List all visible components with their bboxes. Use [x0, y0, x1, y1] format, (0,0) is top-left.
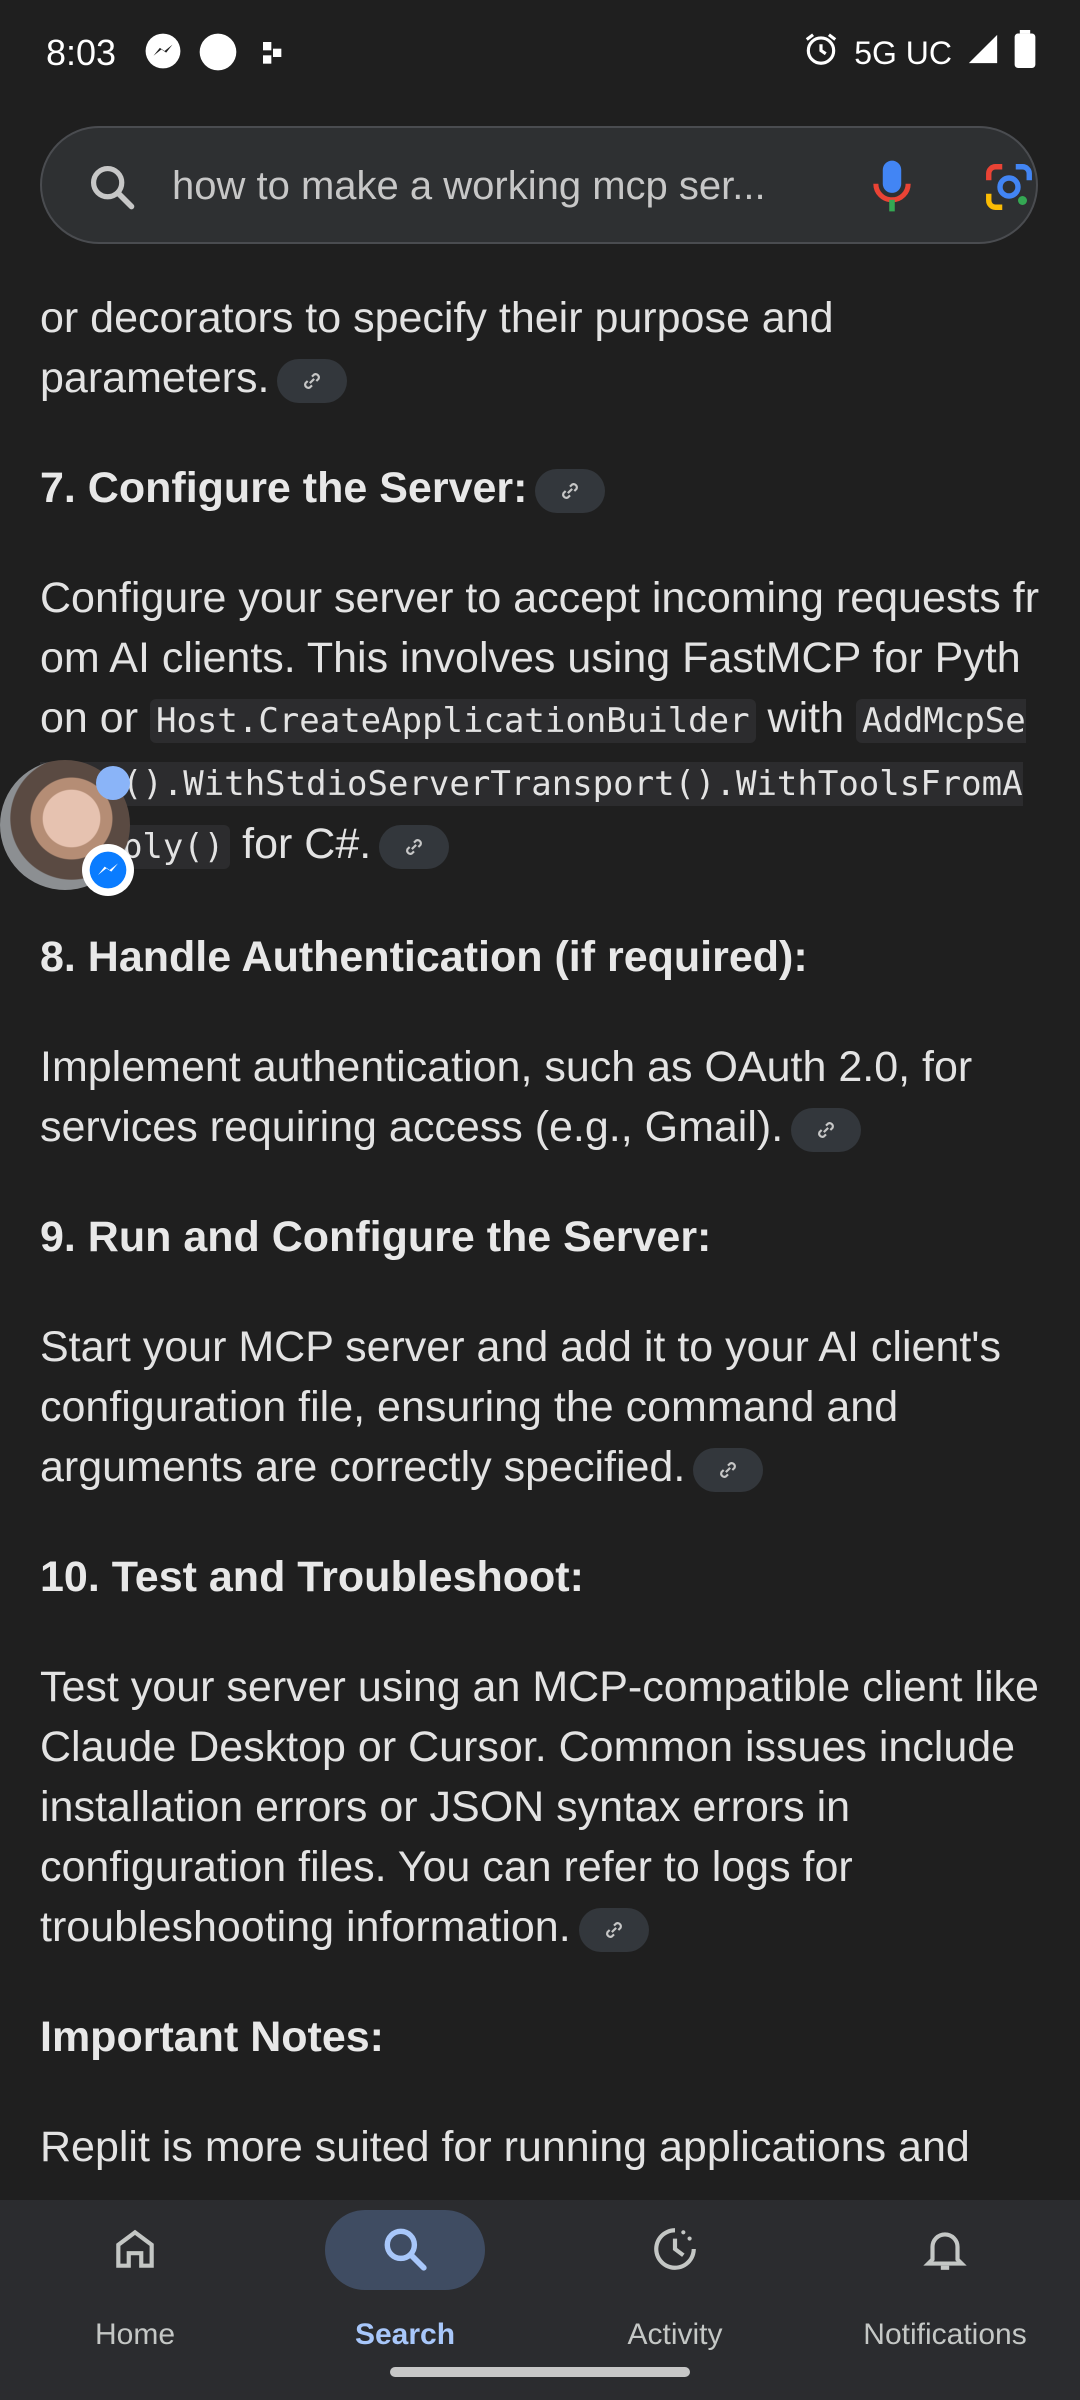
- activity-icon: [650, 2224, 700, 2279]
- step10-heading: 10. Test and Troubleshoot:: [40, 1553, 584, 1601]
- signal-icon: [966, 32, 1000, 74]
- network-label: 5G UC: [854, 34, 952, 71]
- search-bar[interactable]: how to make a working mcp ser...: [40, 126, 1038, 244]
- nav-notifications[interactable]: Notifications: [810, 2200, 1080, 2400]
- link-icon: [562, 482, 579, 499]
- step7-text: Configure your server to accept incoming…: [40, 568, 1040, 877]
- search-icon: [380, 2224, 430, 2279]
- nav-activity-label: Activity: [627, 2318, 723, 2351]
- nav-search-label: Search: [354, 2318, 456, 2351]
- circle-notification-icon: [198, 32, 238, 72]
- google-lens-icon[interactable]: [982, 160, 1036, 219]
- step8-heading: 8. Handle Authentication (if required):: [40, 933, 808, 981]
- source-link-chip[interactable]: [277, 358, 348, 403]
- source-link-chip[interactable]: [535, 468, 606, 513]
- source-link-chip[interactable]: [791, 1107, 862, 1152]
- app-notification-icon: [258, 32, 288, 72]
- ai-overview-content: or decorators to specify their purpose a…: [40, 232, 1040, 2200]
- alarm-icon: [802, 30, 840, 76]
- step10-text: Test your server using an MCP-compatible…: [40, 1657, 1040, 1957]
- unread-dot: [96, 766, 130, 800]
- status-bar: 8:03 5G UC: [0, 0, 1080, 110]
- link-icon: [818, 1121, 835, 1138]
- code-create-application-builder: Host.CreateApplicationBuilder: [149, 699, 756, 743]
- link-icon: [605, 1921, 622, 1938]
- step10-text-body: Test your server using an MCP-compatible…: [40, 1663, 1039, 1951]
- messenger-chat-head[interactable]: [0, 760, 134, 896]
- paragraph-intro-tail: or decorators to specify their purpose a…: [40, 288, 1040, 408]
- home-icon: [110, 2224, 160, 2279]
- source-link-chip[interactable]: [693, 1447, 764, 1492]
- step7-heading-text: 7. Configure the Server:: [40, 464, 528, 512]
- mic-icon[interactable]: [864, 156, 920, 221]
- step7-heading: 7. Configure the Server:: [40, 458, 1040, 518]
- source-link-chip[interactable]: [578, 1907, 649, 1952]
- bell-icon: [920, 2224, 970, 2279]
- nav-home-label: Home: [94, 2318, 176, 2351]
- intro-tail-text: or decorators to specify their purpose a…: [40, 294, 834, 402]
- source-link-chip[interactable]: [379, 824, 450, 869]
- battery-icon: [1014, 30, 1036, 76]
- link-icon: [720, 1461, 737, 1478]
- messenger-icon: [144, 32, 182, 72]
- notes-heading: Important Notes:: [40, 2013, 384, 2061]
- messenger-badge-icon: [82, 844, 134, 896]
- nav-notifications-label: Notifications: [863, 2318, 1027, 2351]
- notes-text: Replit is more suited for running applic…: [40, 2123, 970, 2171]
- home-indicator[interactable]: [390, 2367, 690, 2377]
- nav-home[interactable]: Home: [0, 2200, 270, 2400]
- step7-text-2: with: [755, 694, 856, 742]
- search-query-input[interactable]: how to make a working mcp ser...: [172, 158, 832, 214]
- status-time: 8:03: [46, 32, 117, 73]
- step8-text: Implement authentication, such as OAuth …: [40, 1037, 1040, 1157]
- link-icon: [406, 838, 423, 855]
- step9-text-body: Start your MCP server and add it to your…: [40, 1323, 1002, 1491]
- step9-text: Start your MCP server and add it to your…: [40, 1317, 1040, 1497]
- step7-text-3: for C#.: [230, 820, 372, 868]
- link-icon: [304, 372, 321, 389]
- search-icon: [86, 161, 138, 218]
- step9-heading: 9. Run and Configure the Server:: [40, 1213, 712, 1261]
